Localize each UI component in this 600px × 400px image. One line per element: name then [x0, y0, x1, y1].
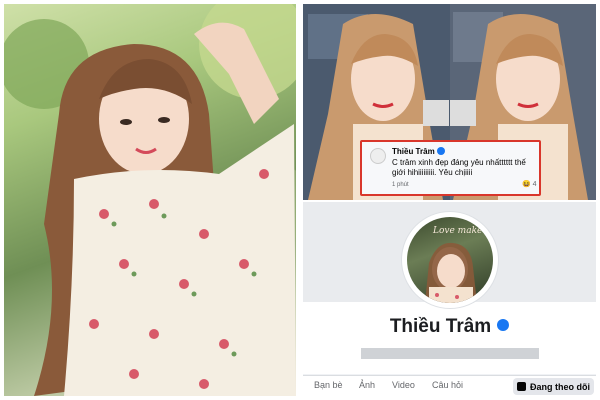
tab-photos[interactable]: Ảnh: [359, 380, 375, 390]
comment-avatar[interactable]: [370, 148, 386, 164]
tab-friends[interactable]: Bạn bè: [314, 380, 343, 390]
portrait-illustration: [4, 4, 296, 396]
comment-text: C trâm xinh đẹp đáng yêu nhấtttttt thế g…: [392, 158, 526, 177]
redacted-info: [361, 348, 539, 359]
profile-tabs: Bạn bè Ảnh Video Câu hỏi Đang theo dõi: [303, 375, 596, 396]
verified-badge-icon: [436, 146, 445, 155]
tab-questions[interactable]: Câu hỏi: [432, 380, 463, 390]
comment-author-label[interactable]: Thiều Trâm: [392, 147, 435, 156]
comment-author[interactable]: Thiều Trâm: [392, 146, 445, 156]
following-label: Đang theo dõi: [530, 381, 590, 392]
comment-bubble[interactable]: Thiều Trâm C trâm xinh đẹp đáng yêu nhất…: [360, 140, 541, 196]
reaction-count[interactable]: 😆 4: [522, 180, 537, 188]
avatar-caption: Love make: [432, 226, 482, 236]
profile-name-label: Thiều Trâm: [389, 316, 492, 337]
profile-card: Love make Thiều Trâm: [303, 202, 596, 374]
profile-avatar[interactable]: Love make: [407, 217, 493, 303]
verified-badge-icon: [497, 318, 510, 331]
reaction-count-label: 4: [532, 181, 537, 188]
following-icon: [517, 382, 526, 391]
profile-name: Thiều Trâm: [303, 316, 596, 338]
avatar-illustration: Love make: [425, 226, 482, 303]
facebook-profile: Love make Thiều Trâm Bạn bè Ảnh Video Câ…: [303, 202, 596, 396]
following-button[interactable]: Đang theo dõi: [513, 378, 594, 395]
tab-videos[interactable]: Video: [392, 380, 415, 390]
portrait-photo: [4, 4, 296, 396]
comment-time[interactable]: 1 phút: [392, 182, 409, 188]
